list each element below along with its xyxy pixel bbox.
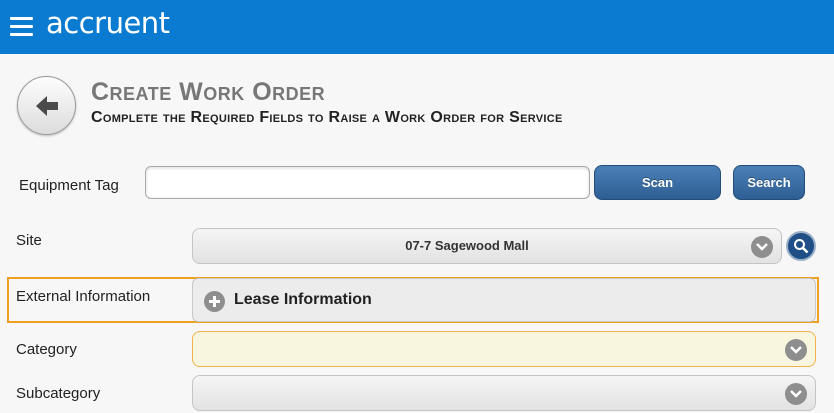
site-select-value: 07-7 Sagewood Mall xyxy=(405,238,529,253)
scan-button[interactable]: Scan xyxy=(594,165,721,200)
top-bar: accruent xyxy=(0,0,834,54)
chevron-down-icon xyxy=(785,339,807,361)
magnifier-icon xyxy=(794,239,809,254)
site-select[interactable]: 07-7 Sagewood Mall xyxy=(192,228,782,264)
brand-logo: accruent xyxy=(46,6,170,40)
lease-information-label: Lease Information xyxy=(234,291,372,308)
back-button[interactable] xyxy=(17,76,76,135)
page-title: Create Work Order xyxy=(91,78,326,106)
chevron-down-icon xyxy=(785,383,807,405)
category-label: Category xyxy=(16,341,77,358)
external-information-label: External Information xyxy=(16,288,151,305)
arrow-left-icon xyxy=(36,96,58,116)
site-label: Site xyxy=(16,232,42,249)
subcategory-select[interactable] xyxy=(192,375,816,411)
plus-circle-icon xyxy=(204,291,225,312)
category-select[interactable] xyxy=(192,331,816,367)
subcategory-label: Subcategory xyxy=(16,385,101,402)
chevron-down-icon xyxy=(751,236,773,258)
hamburger-icon[interactable] xyxy=(10,17,33,37)
page-subtitle: Complete the Required Fields to Raise a … xyxy=(91,109,563,126)
search-button[interactable]: Search xyxy=(733,165,805,200)
equipment-tag-input[interactable] xyxy=(145,166,590,199)
site-search-button[interactable] xyxy=(786,231,816,261)
lease-information-expander[interactable]: Lease Information xyxy=(192,278,816,322)
equipment-tag-label: Equipment Tag xyxy=(19,177,119,194)
